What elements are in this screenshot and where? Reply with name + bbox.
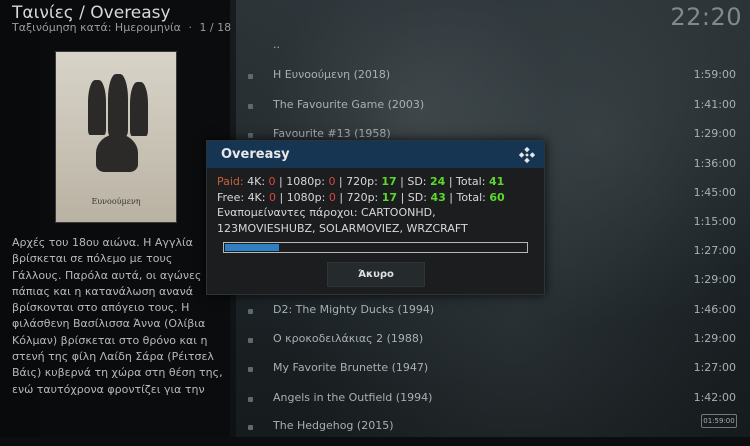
kodi-logo-icon: [518, 146, 536, 164]
list-item[interactable]: The Favourite Game (2003) 1:41:00: [236, 95, 750, 125]
progress-dialog: Overeasy Paid: 4K: 0 | 1080p: 0 | 720p: …: [206, 140, 545, 295]
progress-bar: [223, 242, 528, 253]
mini-duration-badge: 01:59:00: [701, 414, 737, 428]
plot-text: Αρχές του 18ου αιώνα. Η Αγγλία βρίσκεται…: [12, 236, 223, 395]
list-bullet-icon: [248, 74, 253, 79]
paid-4k-label: 4K:: [247, 175, 266, 188]
list-bullet-icon: [248, 338, 253, 343]
clock: 22:20: [670, 3, 742, 31]
list-item-duration: 1:15:00: [693, 215, 736, 228]
paid-line: Paid: 4K: 0 | 1080p: 0 | 720p: 17 | SD: …: [217, 175, 505, 188]
list-item-name: ..: [273, 38, 280, 51]
list-item-duration: 1:29:00: [693, 332, 736, 345]
free-4k-label: 4K:: [247, 190, 266, 204]
list-bullet-icon: [248, 104, 253, 109]
paid-sd-label: SD:: [407, 175, 427, 188]
free-total-value: 60: [489, 190, 505, 204]
paid-1080p-label: 1080p:: [286, 175, 325, 188]
free-720p-label: 720p:: [346, 190, 379, 204]
paid-total-label: Total:: [456, 175, 486, 188]
free-1080p-label: 1080p:: [286, 190, 326, 204]
poster-title: Ευνοούμενη: [91, 197, 141, 206]
pending-label: Εναπομείναντες πάροχοι:: [217, 206, 358, 219]
paid-720p-value: 17: [381, 175, 397, 188]
list-bullet-icon: [248, 425, 253, 430]
dialog-header: Overeasy: [207, 141, 544, 168]
paid-1080p-value: 0: [328, 175, 336, 188]
list-item-duration: 1:45:00: [693, 186, 736, 199]
list-item-duration: 1:46:00: [693, 303, 736, 316]
list-bullet-icon: [248, 367, 253, 372]
progress-fill: [225, 244, 279, 251]
list-item-name: Ο κροκοδειλάκιας 2 (1988): [273, 332, 424, 345]
cancel-button[interactable]: Άκυρο: [327, 262, 425, 287]
list-item-duration: 1:29:00: [693, 127, 736, 140]
list-item-duration: 1:29:00: [693, 273, 736, 286]
list-item-name: Angels in the Outfield (1994): [273, 391, 433, 404]
movie-poster: Ευνοούμενη: [55, 51, 177, 223]
list-item-duration: 1:42:00: [693, 391, 736, 404]
separator: ·: [188, 21, 192, 34]
poster-figure: [108, 74, 128, 136]
page-count: 1 / 18: [199, 21, 232, 34]
list-item-name: Favourite #13 (1958): [273, 127, 391, 140]
free-line: Free: 4K: 0 | 1080p: 0 | 720p: 17 | SD: …: [217, 190, 505, 204]
poster-figure: [96, 134, 138, 172]
poster-figure: [130, 82, 148, 136]
list-item-duration: 1:59:00: [693, 68, 736, 81]
poster-figure: [88, 80, 106, 135]
paid-sd-value: 24: [430, 175, 446, 188]
pending-providers: Εναπομείναντες πάροχοι: CARTOONHD, 123MO…: [217, 205, 537, 236]
list-item-duration: 1:27:00: [693, 244, 736, 257]
paid-label: Paid:: [217, 175, 244, 188]
free-sd-value: 43: [430, 190, 446, 204]
list-item-name: My Favorite Brunette (1947): [273, 361, 429, 374]
list-item-duration: 1:36:00: [693, 157, 736, 170]
list-bullet-icon: [248, 133, 253, 138]
free-label: Free:: [217, 190, 245, 204]
list-item-name: D2: The Mighty Ducks (1994): [273, 303, 435, 316]
free-1080p-value: 0: [328, 190, 336, 204]
dialog-title: Overeasy: [221, 147, 290, 162]
list-item-parent[interactable]: ..: [236, 35, 750, 65]
list-bullet-icon: [248, 397, 253, 402]
list-item[interactable]: My Favorite Brunette (1947) 1:27:00: [236, 358, 750, 388]
free-4k-value: 0: [268, 190, 276, 204]
list-bullet-icon: [248, 309, 253, 314]
dialog-body: Paid: 4K: 0 | 1080p: 0 | 720p: 17 | SD: …: [217, 174, 537, 236]
paid-4k-value: 0: [268, 175, 276, 188]
list-item-name: Η Ευνοούμενη (2018): [273, 68, 391, 81]
list-item-name: The Favourite Game (2003): [273, 98, 425, 111]
list-item-name: The Hedgehog (2015): [273, 419, 394, 432]
list-item[interactable]: Ο κροκοδειλάκιας 2 (1988) 1:29:00: [236, 329, 750, 359]
free-sd-label: SD:: [407, 190, 427, 204]
free-720p-value: 17: [381, 190, 398, 204]
list-item-duration: 1:27:00: [693, 361, 736, 374]
paid-total-value: 41: [488, 175, 505, 188]
page-title: Ταινίες / Overeasy: [12, 3, 171, 23]
free-total-label: Total:: [456, 190, 486, 204]
list-item[interactable]: Η Ευνοούμενη (2018) 1:59:00: [236, 65, 750, 95]
sort-info[interactable]: Ταξινόμηση κατά: Ημερομηνία · 1 / 18: [12, 21, 231, 34]
sort-label: Ταξινόμηση κατά: Ημερομηνία: [12, 21, 181, 34]
paid-720p-label: 720p:: [346, 175, 378, 188]
list-item[interactable]: The Hedgehog (2015): [236, 416, 750, 446]
list-item[interactable]: D2: The Mighty Ducks (1994) 1:46:00: [236, 300, 750, 330]
list-item-duration: 1:41:00: [693, 98, 736, 111]
list-item[interactable]: Angels in the Outfield (1994) 1:42:00: [236, 388, 750, 418]
